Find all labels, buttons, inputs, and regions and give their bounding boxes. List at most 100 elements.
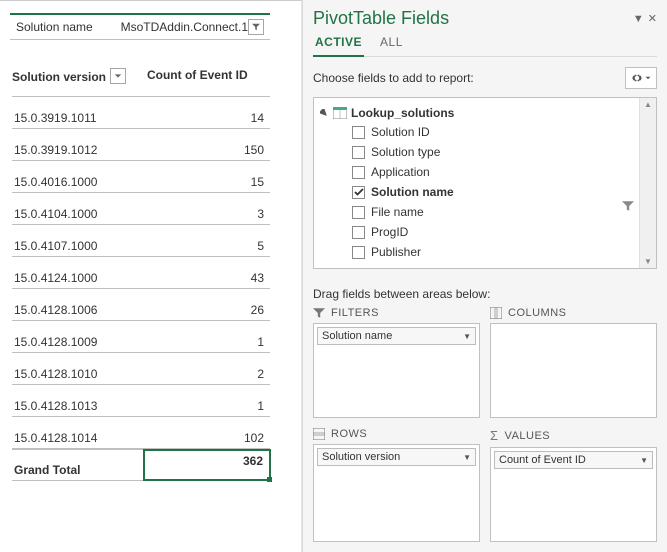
sigma-icon: Σ (490, 428, 499, 443)
choose-fields-label: Choose fields to add to report: (313, 71, 474, 85)
tab-all[interactable]: ALL (378, 33, 405, 56)
filters-area: FILTERS Solution name ▼ (313, 307, 480, 418)
row-count[interactable]: 1 (145, 396, 270, 416)
row-version[interactable]: 15.0.4128.1009 (12, 332, 145, 352)
row-count[interactable]: 26 (145, 300, 270, 320)
rows-area: ROWS Solution version ▼ (313, 428, 480, 542)
row-count[interactable]: 5 (145, 236, 270, 256)
field-label: Application (371, 165, 430, 179)
grand-total-row: Grand Total 362 (12, 449, 270, 481)
rows-label: ROWS (331, 428, 367, 440)
filter-field-label: Solution name (10, 16, 115, 38)
row-count[interactable]: 1 (145, 332, 270, 352)
pane-dropdown-icon[interactable]: ▼ (633, 13, 644, 25)
table-row: 15.0.3919.101114 (12, 97, 270, 129)
columns-drop[interactable] (490, 323, 657, 418)
filters-drop[interactable]: Solution name ▼ (313, 323, 480, 418)
table-node[interactable]: Lookup_solutions (320, 104, 656, 122)
field-label: Solution name (371, 185, 454, 199)
columns-area: COLUMNS (490, 307, 657, 418)
worksheet-area: Solution name MsoTDAddin.Connect.1 Solut… (0, 0, 302, 552)
chip-solution-version[interactable]: Solution version ▼ (317, 448, 476, 466)
row-version[interactable]: 15.0.4016.1000 (12, 172, 145, 192)
field-item[interactable]: Solution name (320, 182, 656, 202)
field-scrollbar[interactable]: ▲ ▼ (639, 98, 656, 268)
table-row: 15.0.4124.100043 (12, 257, 270, 289)
row-version[interactable]: 15.0.4128.1006 (12, 300, 145, 320)
table-row: 15.0.4128.10102 (12, 353, 270, 385)
row-version[interactable]: 15.0.3919.1011 (12, 108, 145, 128)
pivot-table: Solution version Count of Event ID 15.0.… (12, 64, 270, 481)
row-version[interactable]: 15.0.4107.1000 (12, 236, 145, 256)
field-item[interactable]: File name (320, 202, 656, 222)
field-item[interactable]: ProgID (320, 222, 656, 242)
filter-dropdown-button[interactable] (248, 19, 264, 35)
filters-label: FILTERS (331, 307, 379, 319)
chevron-down-icon: ▼ (463, 332, 471, 341)
table-row: 15.0.4128.10091 (12, 321, 270, 353)
chip-count-event-id[interactable]: Count of Event ID▼ (494, 451, 653, 469)
row-version[interactable]: 15.0.4104.1000 (12, 204, 145, 224)
funnel-icon (313, 307, 325, 319)
grand-total-cell[interactable]: 362 (143, 449, 271, 481)
table-row: 15.0.4107.10005 (12, 225, 270, 257)
field-list: Lookup_solutions Solution ID Solution typ… (313, 97, 657, 269)
rows-drop[interactable]: Solution version ▼ (313, 444, 480, 542)
field-label: Publisher (371, 245, 421, 259)
row-count[interactable]: 15 (145, 172, 270, 192)
row-count[interactable]: 3 (145, 204, 270, 224)
table-row: 15.0.3919.1012150 (12, 129, 270, 161)
tools-button[interactable] (625, 67, 657, 89)
row-count[interactable]: 102 (145, 428, 270, 448)
row-version[interactable]: 15.0.4128.1014 (12, 428, 145, 448)
scroll-up-icon[interactable]: ▲ (642, 98, 654, 111)
checkbox-unchecked[interactable] (352, 246, 365, 259)
checkbox-unchecked[interactable] (352, 226, 365, 239)
table-icon (333, 107, 347, 119)
field-label: Solution type (371, 145, 440, 159)
scroll-down-icon[interactable]: ▼ (642, 255, 654, 268)
checkbox-unchecked[interactable] (352, 206, 365, 219)
field-item[interactable]: Application (320, 162, 656, 182)
table-row: 15.0.4128.100626 (12, 289, 270, 321)
table-node-label: Lookup_solutions (351, 106, 454, 120)
field-item[interactable]: Publisher (320, 242, 656, 262)
filter-value-text: MsoTDAddin.Connect.1 (121, 20, 248, 34)
grand-total-label: Grand Total (12, 460, 143, 480)
row-count[interactable]: 150 (145, 140, 270, 160)
report-filter-row: Solution name MsoTDAddin.Connect.1 (10, 13, 270, 40)
field-filter-icon[interactable] (622, 200, 634, 215)
checkbox-unchecked[interactable] (352, 126, 365, 139)
table-row: 15.0.4128.10131 (12, 385, 270, 417)
field-item[interactable]: Solution type (320, 142, 656, 162)
row-labels-text: Solution version (12, 70, 106, 84)
chip-label: Solution version (322, 451, 400, 463)
chevron-down-icon: ▼ (640, 456, 648, 465)
row-version[interactable]: 15.0.3919.1012 (12, 140, 145, 160)
chevron-down-icon (645, 75, 651, 81)
field-label: Solution ID (371, 125, 430, 139)
row-labels-dropdown[interactable] (110, 68, 126, 84)
row-count[interactable]: 2 (145, 364, 270, 384)
row-version[interactable]: 15.0.4124.1000 (12, 268, 145, 288)
checkbox-checked[interactable] (352, 186, 365, 199)
pivot-headers: Solution version Count of Event ID (12, 64, 270, 97)
chevron-down-icon (114, 72, 122, 80)
pane-close-icon[interactable]: ✕ (648, 12, 657, 25)
chip-label: Solution name (322, 330, 392, 342)
values-drop[interactable]: Count of Event ID▼ (490, 447, 657, 542)
row-version[interactable]: 15.0.4128.1013 (12, 396, 145, 416)
row-count[interactable]: 43 (145, 268, 270, 288)
funnel-icon (622, 200, 634, 212)
field-item[interactable]: Solution ID (320, 122, 656, 142)
field-label: File name (371, 205, 424, 219)
values-header: Count of Event ID (147, 64, 270, 96)
table-row: 15.0.4104.10003 (12, 193, 270, 225)
tab-active[interactable]: ACTIVE (313, 33, 364, 57)
checkbox-unchecked[interactable] (352, 146, 365, 159)
chevron-down-icon: ▼ (463, 453, 471, 462)
chip-solution-name[interactable]: Solution name ▼ (317, 327, 476, 345)
row-count[interactable]: 14 (145, 108, 270, 128)
checkbox-unchecked[interactable] (352, 166, 365, 179)
row-version[interactable]: 15.0.4128.1010 (12, 364, 145, 384)
